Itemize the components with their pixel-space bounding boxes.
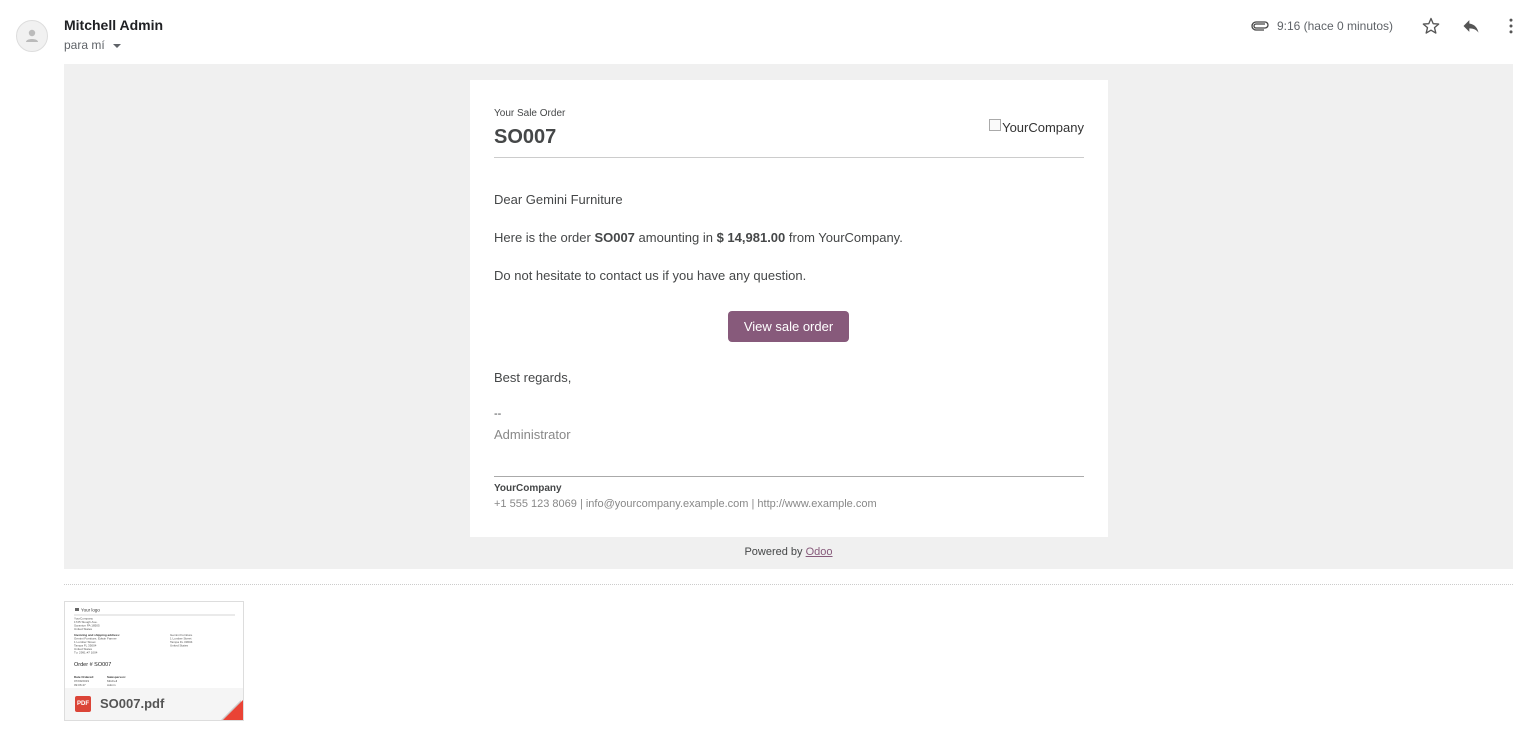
reply-icon	[1463, 20, 1479, 33]
footer-company: YourCompany	[494, 483, 562, 494]
attachment-card[interactable]: Your logo YourCompany 1725 Slough Ave. S…	[64, 601, 244, 721]
order-number: SO007	[494, 126, 557, 148]
sender-name: Mitchell Admin	[64, 17, 164, 33]
paperclip-icon	[1251, 21, 1269, 31]
message-time: 9:16 (hace 0 minutos)	[1276, 19, 1393, 33]
sender-avatar	[16, 20, 48, 52]
summary-order: SO007	[594, 230, 635, 245]
attachments-divider	[64, 584, 1513, 585]
recipient-label: para mí	[64, 38, 105, 52]
attachment-thumbnail: Your logo YourCompany 1725 Slough Ave. S…	[65, 602, 243, 688]
svg-text:Admin: Admin	[107, 683, 116, 687]
reply-button[interactable]	[1451, 14, 1491, 38]
footer-contact: +1 555 123 8069 | info@yourcompany.examp…	[494, 498, 877, 510]
summary-mid: amounting in	[634, 230, 717, 245]
svg-text:Tu: 2991 #7 1004: Tu: 2991 #7 1004	[74, 651, 98, 655]
odoo-link[interactable]: Odoo	[806, 546, 833, 558]
footer-divider	[494, 476, 1084, 477]
summary-amount: $ 14,981.00	[716, 230, 786, 245]
powered-by: Powered by Odoo	[64, 546, 1513, 558]
star-icon	[1422, 17, 1440, 34]
contact-line: Do not hesitate to contact us if you hav…	[494, 268, 807, 283]
powered-by-label: Powered by	[744, 546, 806, 558]
message-actions: 9:16 (hace 0 minutos)	[1251, 14, 1531, 38]
recipient-dropdown[interactable]: para mí	[64, 38, 121, 52]
more-options-button[interactable]	[1491, 14, 1531, 38]
broken-image-icon	[989, 118, 1002, 131]
email-body: Your Sale Order SO007 YourCompany Dear G…	[64, 64, 1513, 569]
header-divider	[494, 157, 1084, 158]
svg-text:United States: United States	[74, 627, 93, 631]
file-corner-fold-icon	[221, 700, 243, 720]
summary-prefix: Here is the order	[494, 230, 595, 245]
signature-name: Administrator	[494, 427, 571, 442]
caret-down-icon	[112, 43, 121, 48]
svg-text:Your logo: Your logo	[81, 608, 100, 613]
attachment-filename: SO007.pdf	[100, 696, 165, 711]
pdf-preview: Your logo YourCompany 1725 Slough Ave. S…	[74, 608, 235, 687]
signature-separator: --	[494, 408, 502, 420]
more-vert-icon	[1509, 18, 1513, 34]
svg-text:United States: United States	[170, 644, 189, 648]
greeting: Dear Gemini Furniture	[494, 192, 623, 207]
order-summary: Here is the order SO007 amounting in $ 1…	[494, 230, 903, 245]
company-logo-alt: YourCompany	[1002, 120, 1084, 135]
attachment-info-bar: PDF SO007.pdf	[65, 688, 243, 720]
regards: Best regards,	[494, 370, 572, 385]
person-icon	[26, 29, 38, 42]
view-sale-order-button[interactable]: View sale order	[728, 311, 849, 342]
svg-text:09:06:47: 09:06:47	[74, 683, 86, 687]
star-button[interactable]	[1411, 14, 1451, 38]
svg-text:Order # SO007: Order # SO007	[74, 662, 111, 668]
company-logo: YourCompany	[989, 118, 1084, 135]
pdf-icon: PDF	[75, 696, 91, 712]
order-pre-title: Your Sale Order	[494, 108, 566, 119]
email-card: Your Sale Order SO007 YourCompany Dear G…	[470, 80, 1108, 537]
summary-suffix: from YourCompany.	[785, 230, 903, 245]
